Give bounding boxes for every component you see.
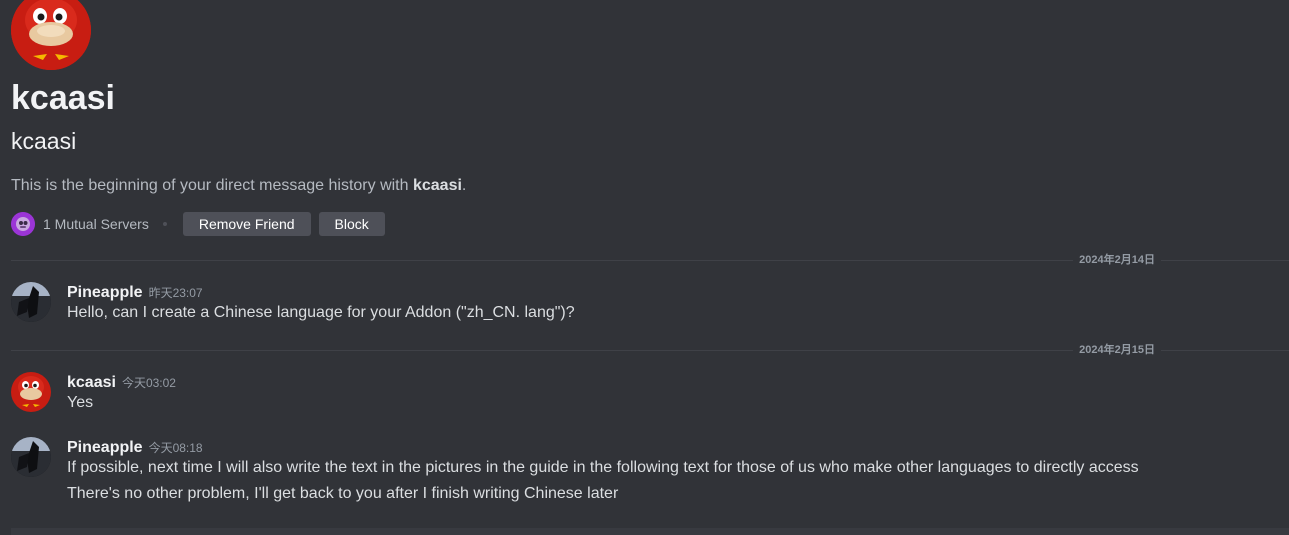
server-icon[interactable] <box>11 212 35 236</box>
pineapple-avatar[interactable] <box>11 437 51 477</box>
profile-display-name: kcaasi <box>11 79 115 117</box>
profile-avatar[interactable] <box>11 0 91 70</box>
pineapple-avatar[interactable] <box>11 282 51 322</box>
beginning-suffix: . <box>461 177 467 194</box>
message-text: There's no other problem, I'll get back … <box>67 485 619 502</box>
remove-friend-button[interactable]: Remove Friend <box>182 212 311 236</box>
beginning-username: kcaasi <box>412 177 462 194</box>
kcaasi-avatar[interactable] <box>11 372 51 412</box>
date-divider-label: 2024年2月14日 <box>1073 253 1161 267</box>
message-text: If possible, next time I will also write… <box>67 459 1139 476</box>
block-button[interactable]: Block <box>318 212 385 236</box>
date-divider-label: 2024年2月15日 <box>1073 343 1161 357</box>
beginning-prefix: This is the beginning of your direct mes… <box>11 177 413 194</box>
message-input-edge[interactable] <box>11 528 1289 535</box>
message-header: Pineapple 昨天23:07 <box>67 282 203 304</box>
separator-dot <box>162 222 167 226</box>
message-text: Yes <box>67 394 94 411</box>
message-author[interactable]: kcaasi <box>67 374 116 391</box>
message-timestamp: 昨天23:07 <box>148 286 203 300</box>
message-author[interactable]: Pineapple <box>67 439 143 456</box>
mutual-servers-link[interactable]: 1 Mutual Servers <box>43 216 149 232</box>
message-header: kcaasi 今天03:02 <box>67 372 176 394</box>
dm-beginning-text: This is the beginning of your direct mes… <box>11 176 466 196</box>
message-header: Pineapple 今天08:18 <box>67 437 203 459</box>
profile-actions: 1 Mutual Servers Remove Friend Block <box>11 211 393 237</box>
message-timestamp: 今天03:02 <box>121 376 176 390</box>
profile-username: kcaasi <box>11 128 77 154</box>
message-author[interactable]: Pineapple <box>67 284 143 301</box>
message-text: Hello, can I create a Chinese language f… <box>67 304 575 321</box>
message-timestamp: 今天08:18 <box>148 441 203 455</box>
